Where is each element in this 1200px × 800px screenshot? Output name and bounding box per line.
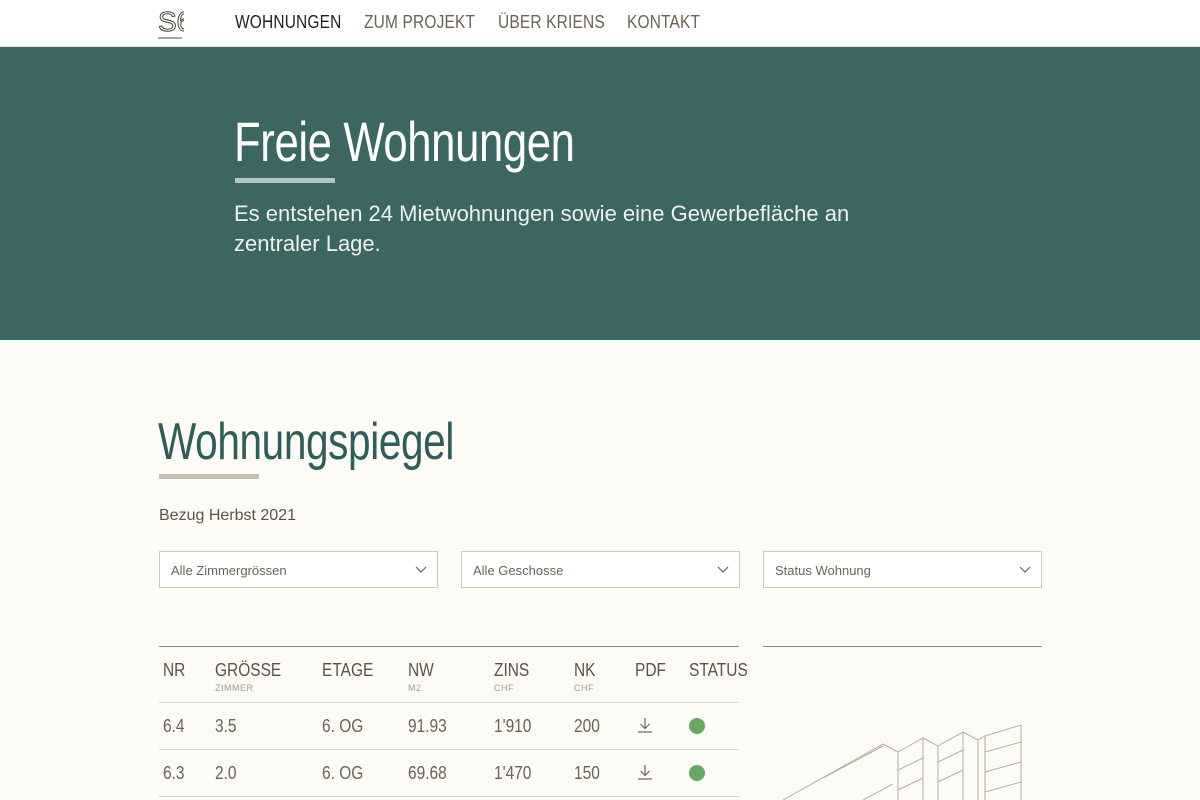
col-header-nk[interactable]: NK — [574, 660, 596, 681]
col-subheader-m2: M2 — [408, 683, 422, 693]
floor-filter[interactable]: Alle Geschosse — [461, 551, 740, 588]
room-size-filter[interactable]: Alle Zimmergrössen — [159, 551, 438, 588]
chevron-down-icon — [717, 566, 729, 573]
status-filter-label: Status Wohnung — [775, 563, 871, 578]
chevron-down-icon — [1019, 566, 1031, 573]
col-header-status: STATUS — [689, 660, 748, 680]
nav-item-zum-projekt[interactable]: ZUM PROJEKT — [364, 12, 475, 33]
nav-item-ueber-kriens[interactable]: ÜBER KRIENS — [498, 12, 605, 33]
cell-nr: 6.4 — [163, 716, 185, 736]
hero-subtitle: Es entstehen 24 Mietwohnungen sowie eine… — [234, 201, 850, 256]
col-header-groesse[interactable]: GRÖSSE — [215, 660, 281, 681]
cell-nk: 150 — [574, 763, 600, 783]
table-top-border — [159, 646, 739, 647]
nav-menu: WOHNUNGEN ZUM PROJEKT ÜBER KRIENS KONTAK… — [235, 12, 700, 33]
move-in-date: Bezug Herbst 2021 — [159, 507, 296, 524]
col-header-etage[interactable]: ETAGE — [322, 660, 373, 681]
table-row-divider — [159, 749, 739, 750]
building-illustration[interactable] — [763, 700, 1053, 800]
col-subheader-chf-zins: CHF — [494, 683, 514, 693]
cell-groesse: 2.0 — [215, 763, 237, 783]
hero-title-underline — [235, 178, 335, 183]
table-row-divider — [159, 796, 739, 797]
top-navigation: S6 WOHNUNGEN ZUM PROJEKT ÜBER KRIENS KON… — [0, 0, 1200, 47]
nav-item-kontakt[interactable]: KONTAKT — [627, 12, 700, 33]
svg-text:S6: S6 — [158, 6, 184, 37]
nav-item-wohnungen[interactable]: WOHNUNGEN — [235, 12, 341, 33]
status-filter[interactable]: Status Wohnung — [763, 551, 1042, 588]
cell-zins: 1'470 — [494, 763, 532, 783]
col-subheader-zimmer: ZIMMER — [215, 683, 254, 693]
section-title: Wohnungspiegel — [158, 413, 454, 471]
cell-groesse: 3.5 — [215, 716, 237, 736]
col-header-nr[interactable]: NR — [163, 660, 185, 681]
col-header-zins[interactable]: ZINS — [494, 660, 529, 681]
table-row-divider — [159, 702, 739, 703]
room-size-filter-label: Alle Zimmergrössen — [171, 563, 287, 578]
cell-nw: 91.93 — [408, 716, 447, 736]
cell-nk: 200 — [574, 716, 600, 736]
col-header-pdf: PDF — [635, 660, 666, 680]
cell-etage: 6. OG — [322, 763, 364, 783]
status-available-indicator — [689, 765, 705, 781]
col-subheader-chf-nk: CHF — [574, 683, 594, 693]
col-header-nw[interactable]: NW — [408, 660, 434, 681]
cell-nr: 6.3 — [163, 763, 185, 783]
floor-filter-label: Alle Geschosse — [473, 563, 564, 578]
download-icon[interactable] — [637, 764, 653, 780]
building-panel-top-border — [763, 646, 1042, 647]
section-title-underline — [159, 474, 259, 479]
s6-logo[interactable]: S6 — [158, 5, 184, 39]
status-available-indicator — [689, 718, 705, 734]
hero-title: Freie Wohnungen — [234, 110, 575, 173]
cell-zins: 1'910 — [494, 716, 532, 736]
cell-etage: 6. OG — [322, 716, 364, 736]
download-icon[interactable] — [637, 717, 653, 733]
cell-nw: 69.68 — [408, 763, 447, 783]
chevron-down-icon — [415, 566, 427, 573]
hero-banner: Freie Wohnungen Es entstehen 24 Mietwohn… — [0, 47, 1200, 340]
